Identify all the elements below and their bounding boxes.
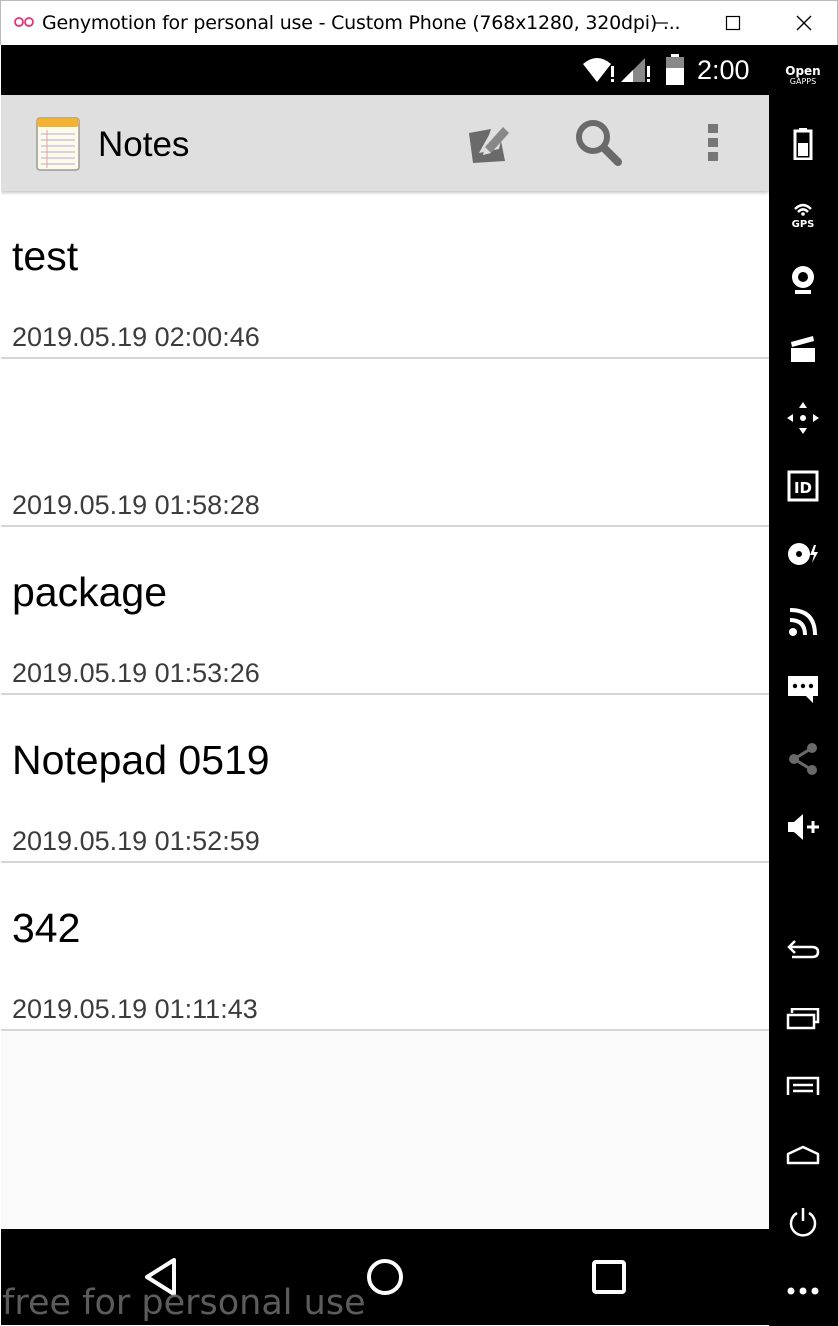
recent-apps-icon [786, 1008, 820, 1030]
sms-icon [788, 676, 818, 703]
note-date: 2019.05.19 01:52:59 [12, 826, 260, 856]
open-gapps-label: Open [785, 64, 821, 78]
sms-widget-button[interactable] [777, 665, 829, 713]
search-button[interactable] [567, 113, 631, 173]
note-list-item[interactable]: package 2019.05.19 01:53:26 [1, 527, 769, 695]
signal-alert-icon [621, 58, 650, 82]
recent-apps-button[interactable] [777, 995, 829, 1043]
window-title: Genymotion for personal use - Custom Pho… [42, 12, 681, 34]
note-date: 2019.05.19 01:53:26 [12, 658, 260, 688]
battery-icon [666, 54, 684, 85]
share-widget-button[interactable] [777, 735, 829, 783]
note-date: 2019.05.19 01:58:28 [12, 490, 260, 520]
cast-widget-button[interactable] [777, 598, 829, 646]
power-icon [789, 1208, 817, 1237]
more-icon [787, 1287, 819, 1295]
back-icon [787, 940, 820, 959]
action-bar: Notes [1, 95, 769, 191]
open-gapps-button[interactable]: Open GAPPS [777, 65, 829, 87]
home-button[interactable] [777, 1131, 829, 1179]
close-icon [796, 15, 812, 31]
volume-up-button[interactable] [777, 803, 829, 851]
more-button[interactable] [777, 1267, 829, 1315]
window-titlebar: Genymotion for personal use - Custom Pho… [0, 0, 838, 45]
watermark: free for personal use [2, 1283, 366, 1323]
cast-icon [789, 608, 817, 636]
clapperboard-icon [791, 336, 815, 362]
gapps-label: GAPPS [789, 77, 817, 86]
back-button[interactable] [777, 925, 829, 973]
overflow-menu-icon [708, 124, 718, 161]
status-time: 2:00 [697, 55, 750, 85]
note-date: 2019.05.19 02:00:46 [12, 322, 260, 352]
power-button[interactable] [777, 1198, 829, 1246]
note-title: Notepad 0519 [12, 737, 270, 783]
note-title: 342 [12, 905, 81, 951]
disk-icon [788, 543, 818, 565]
webcam-widget-button[interactable] [777, 256, 829, 304]
status-bar: 2:00 [1, 45, 769, 95]
maximize-icon [725, 15, 741, 31]
nav-recents-button[interactable] [577, 1249, 641, 1305]
new-note-icon [469, 127, 509, 163]
genymotion-logo-icon [14, 17, 34, 27]
note-title: package [12, 569, 168, 615]
wifi-alert-icon [583, 58, 614, 82]
device-id-widget-button[interactable]: ID [777, 462, 829, 510]
phone-screen: 2:00 Notes test 2019.05.19 02:00:46 2019… [1, 45, 769, 1325]
genymotion-sidebar: Open GAPPS GPS ID [769, 45, 838, 1326]
minimize-icon [654, 22, 668, 24]
page-title: Notes [98, 125, 190, 164]
menu-button[interactable] [777, 1063, 829, 1111]
id-icon: ID [787, 470, 819, 502]
overflow-menu-button[interactable] [681, 113, 745, 173]
menu-icon [786, 1076, 820, 1095]
home-icon [786, 1145, 820, 1165]
battery-widget-button[interactable] [777, 120, 829, 168]
screencast-widget-button[interactable] [777, 325, 829, 373]
note-title: test [12, 233, 79, 279]
maximize-button[interactable] [705, 1, 761, 45]
gps-label: GPS [792, 219, 815, 228]
notes-list: test 2019.05.19 02:00:46 2019.05.19 01:5… [1, 191, 769, 1031]
search-icon [576, 120, 622, 166]
gps-widget-button[interactable]: GPS [777, 190, 829, 238]
note-list-item[interactable]: 2019.05.19 01:58:28 [1, 359, 769, 527]
new-note-button[interactable] [456, 113, 520, 173]
id-label: ID [794, 479, 812, 497]
dpad-widget-button[interactable] [777, 394, 829, 442]
close-button[interactable] [776, 1, 832, 45]
disk-io-widget-button[interactable] [777, 530, 829, 578]
note-list-item[interactable]: Notepad 0519 2019.05.19 01:52:59 [1, 695, 769, 863]
note-date: 2019.05.19 01:11:43 [12, 994, 258, 1024]
note-list-item[interactable]: 342 2019.05.19 01:11:43 [1, 863, 769, 1031]
home-circle-icon [367, 1259, 403, 1295]
note-list-item[interactable]: test 2019.05.19 02:00:46 [1, 191, 769, 359]
webcam-icon [792, 266, 814, 294]
dpad-icon [787, 402, 819, 434]
volume-up-icon [788, 814, 819, 840]
notepad-app-icon [36, 117, 80, 171]
gps-icon: GPS [792, 203, 815, 228]
share-icon [789, 743, 817, 775]
minimize-button[interactable] [633, 1, 689, 45]
recents-square-icon [592, 1260, 626, 1294]
battery-icon [793, 128, 813, 160]
